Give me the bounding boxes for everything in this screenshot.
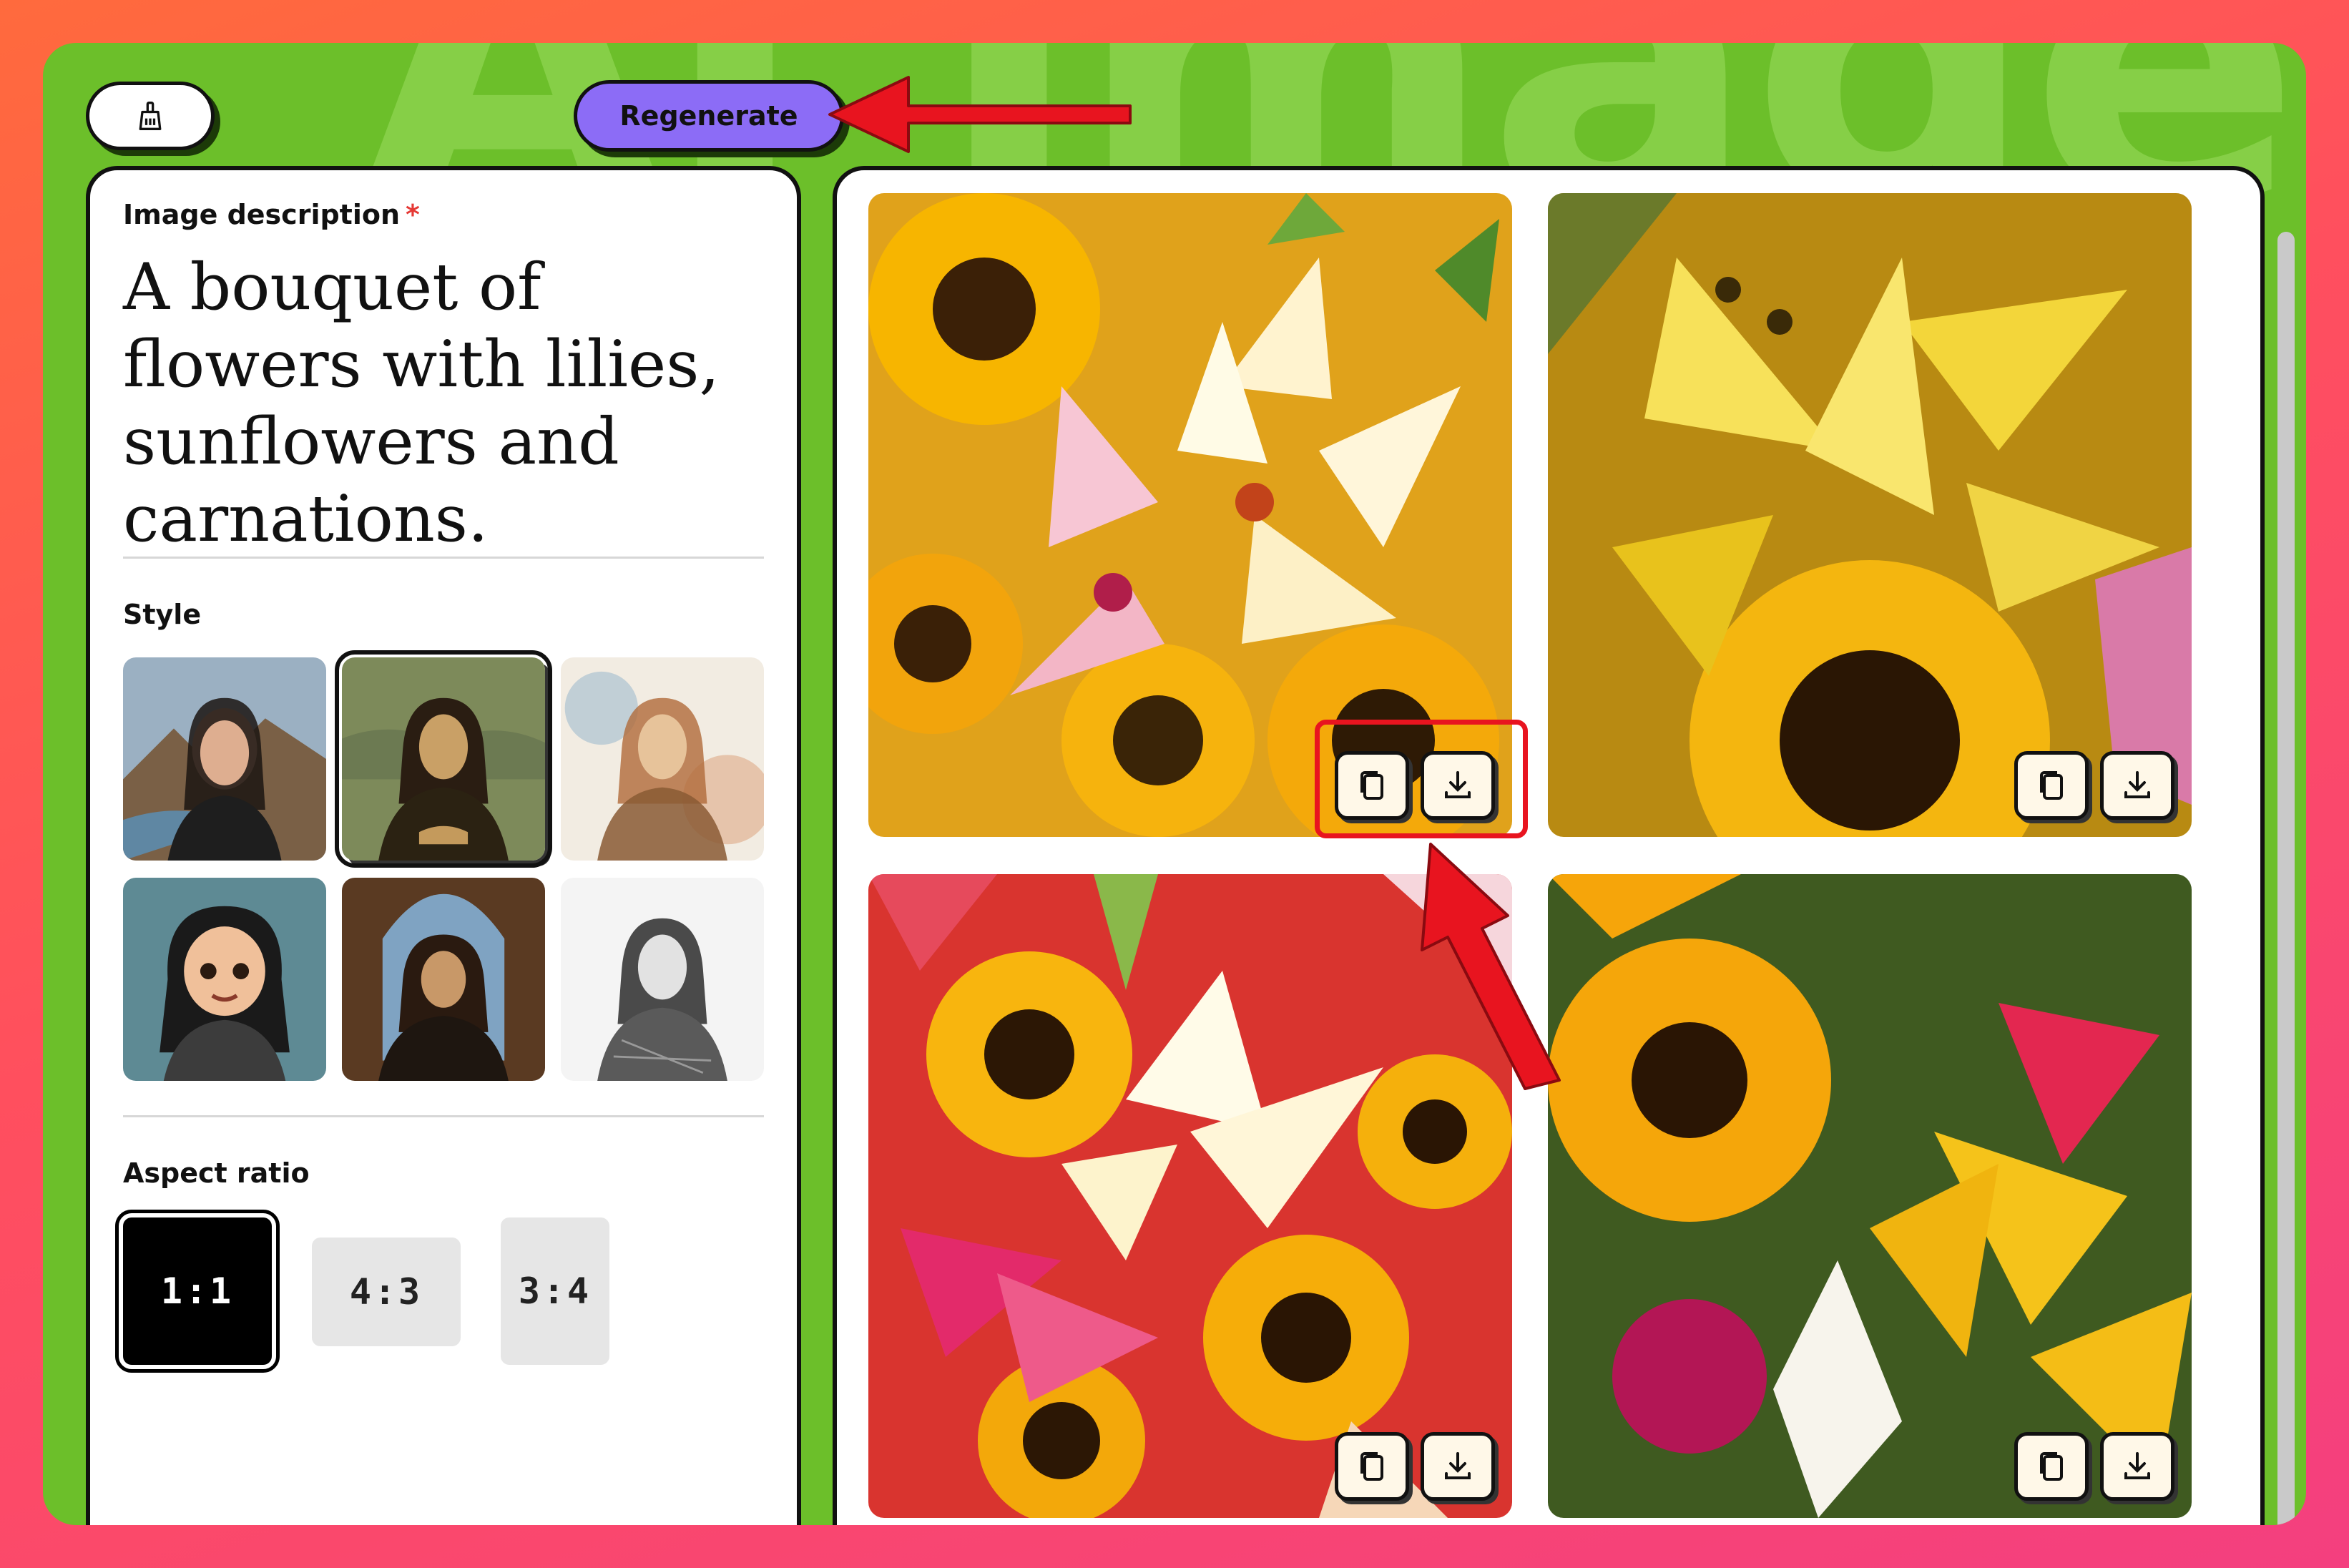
- annotation-arrow-up-icon: [1421, 843, 1561, 1090]
- style-pencil-sketch[interactable]: [561, 878, 764, 1081]
- broom-icon: [139, 102, 162, 130]
- copy-icon: [1360, 1452, 1383, 1481]
- style-renaissance[interactable]: [342, 878, 545, 1081]
- result-image-4[interactable]: [1548, 874, 2192, 1518]
- result-actions: [2014, 751, 2174, 820]
- clear-button[interactable]: [86, 82, 215, 150]
- download-icon: [2124, 771, 2150, 798]
- sketch-thumbnail-icon: [561, 878, 764, 1081]
- copy-button[interactable]: [1335, 1432, 1409, 1501]
- copy-button[interactable]: [2014, 1432, 2089, 1501]
- settings-panel: Image description * A bouquet of flowers …: [86, 166, 801, 1525]
- aspect-ratio-3-4[interactable]: 3:4: [501, 1217, 609, 1365]
- style-label: Style: [123, 599, 202, 630]
- download-icon: [2124, 1452, 2150, 1479]
- style-grid: [123, 650, 764, 1081]
- required-mark: *: [406, 199, 420, 230]
- annotation-arrow-left-icon: [828, 76, 1132, 153]
- copy-icon: [2040, 1452, 2063, 1481]
- download-button[interactable]: [2100, 1432, 2174, 1501]
- description-input[interactable]: A bouquet of flowers with lilies, sunflo…: [123, 249, 767, 557]
- aspect-ratio-1-1[interactable]: 1:1: [115, 1210, 280, 1373]
- description-label: Image description: [123, 199, 401, 230]
- style-cartoon[interactable]: [123, 878, 326, 1081]
- style-oil-painting[interactable]: [335, 650, 552, 868]
- mona-lisa-thumbnail-icon: [342, 657, 545, 861]
- app-window: AI Image Regenerate Image description* A…: [43, 43, 2306, 1525]
- flower-image-icon: [1548, 874, 2192, 1518]
- style-watercolor[interactable]: [561, 657, 764, 861]
- flower-image-icon: [868, 874, 1512, 1518]
- divider: [123, 1115, 764, 1117]
- cartoon-thumbnail-icon: [123, 878, 326, 1081]
- results-scrollbar[interactable]: [2277, 232, 2295, 1525]
- aspect-ratio-label: Aspect ratio: [123, 1157, 310, 1189]
- annotation-highlight-box: [1315, 720, 1528, 838]
- result-actions: [2014, 1432, 2174, 1501]
- download-button[interactable]: [2100, 751, 2174, 820]
- result-image-3[interactable]: [868, 874, 1512, 1518]
- portrait-thumbnail-icon: [123, 657, 326, 861]
- download-button[interactable]: [1421, 1432, 1495, 1501]
- aspect-ratio-options: 1:1 4:3 3:4: [115, 1210, 764, 1373]
- renaissance-thumbnail-icon: [342, 878, 545, 1081]
- watercolor-thumbnail-icon: [561, 657, 764, 861]
- copy-icon: [2040, 771, 2063, 800]
- flower-image-icon: [1548, 193, 2192, 837]
- style-photographic[interactable]: [123, 657, 326, 861]
- description-label-row: Image description *: [123, 199, 764, 230]
- result-image-2[interactable]: [1548, 193, 2192, 837]
- copy-button[interactable]: [2014, 751, 2089, 820]
- download-icon: [1445, 1452, 1471, 1479]
- result-actions: [1335, 1432, 1495, 1501]
- regenerate-button[interactable]: Regenerate: [574, 80, 844, 152]
- aspect-ratio-4-3[interactable]: 4:3: [312, 1238, 461, 1346]
